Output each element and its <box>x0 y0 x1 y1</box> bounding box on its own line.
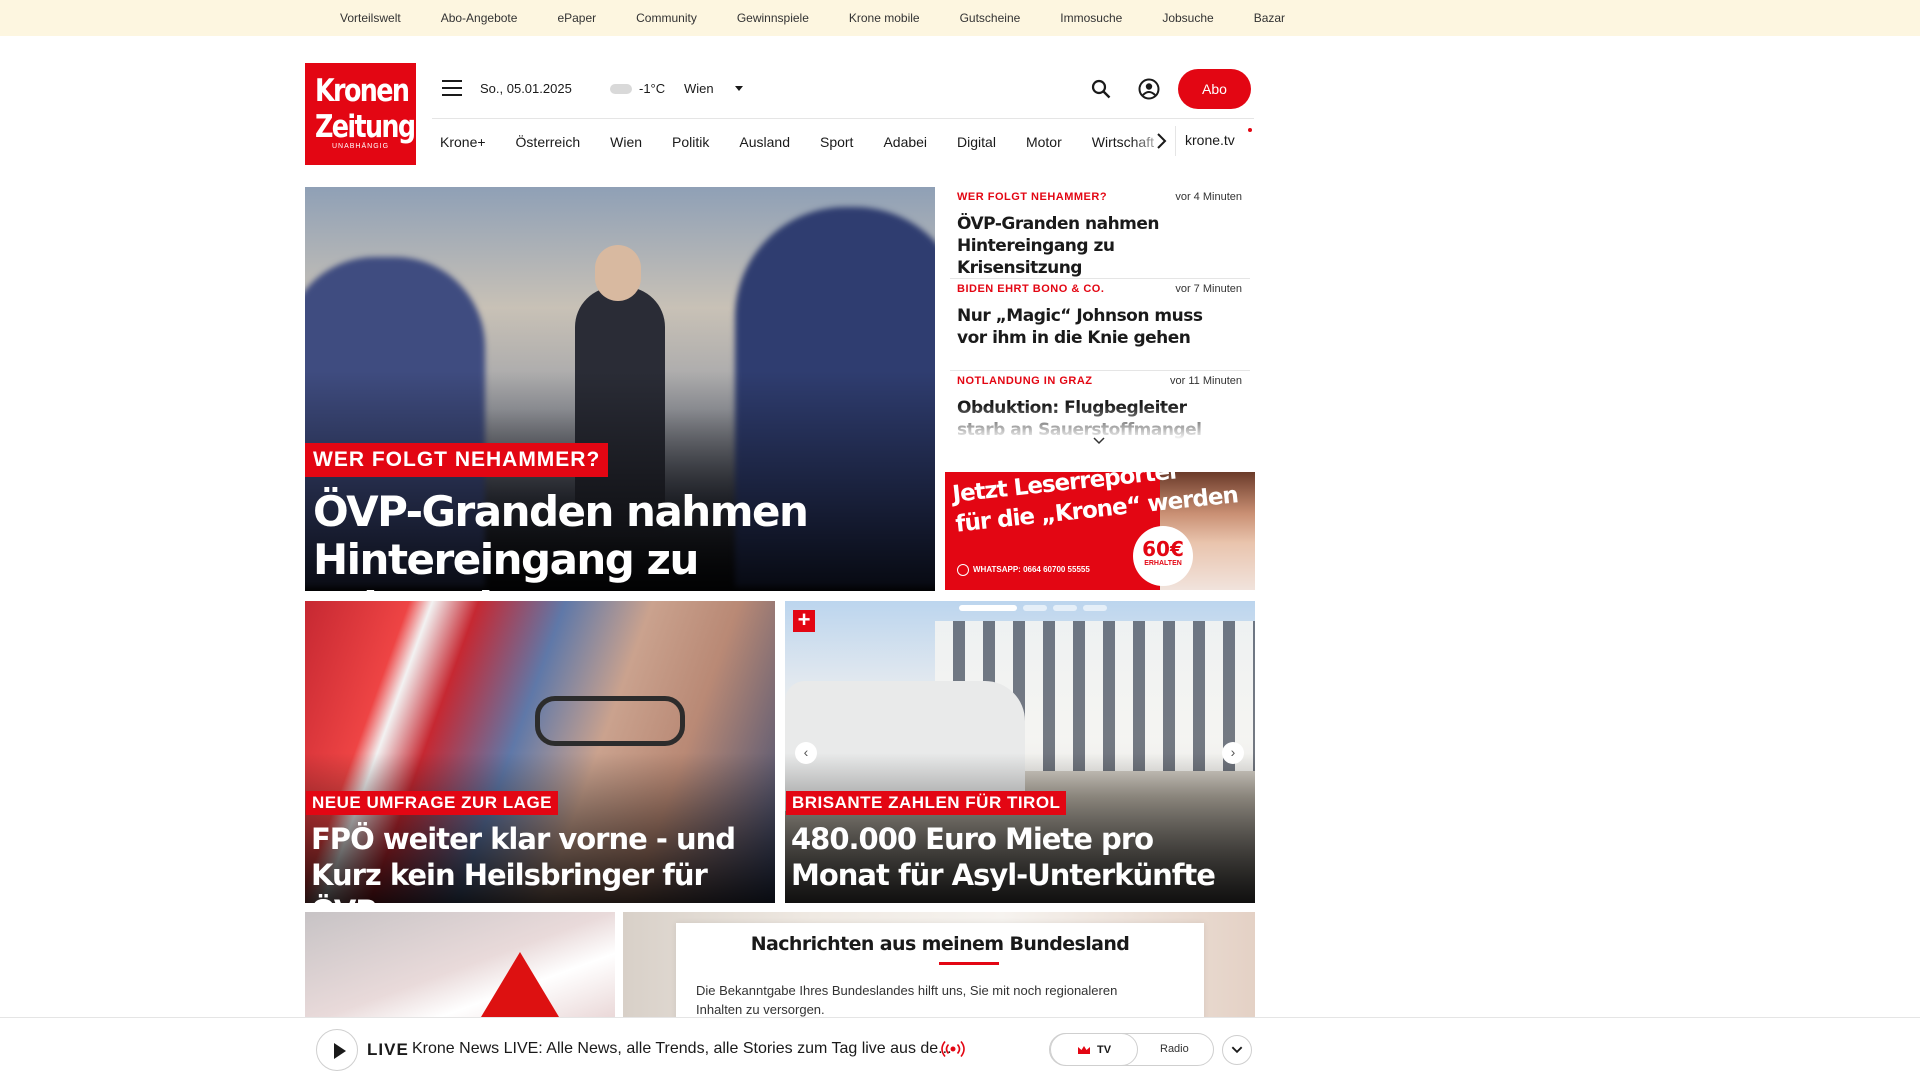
nav-item-oesterreich[interactable]: Österreich <box>516 134 581 150</box>
kronen-zeitung-logo[interactable]: Kronen Zeitung UNABHÄNGIG <box>305 63 416 165</box>
hamburger-menu-icon[interactable] <box>442 80 462 96</box>
article-card-slider[interactable]: + ‹ › BRISANTE ZAHLEN FÜR TIROL 480.000 … <box>785 601 1255 903</box>
slider-dot[interactable] <box>1083 605 1107 611</box>
search-icon[interactable] <box>1091 79 1111 99</box>
nav-item-digital[interactable]: Digital <box>957 134 996 150</box>
expand-player-button[interactable] <box>1222 1035 1252 1065</box>
ticker-time: vor 4 Minuten <box>1175 191 1242 203</box>
chevron-right-icon[interactable] <box>1154 131 1168 151</box>
live-label: LIVE <box>367 1040 409 1059</box>
logo-line-2: Zeitung <box>314 109 416 145</box>
ticker-kicker: WER FOLGT NEHAMMER? <box>957 191 1108 203</box>
cloud-icon <box>610 84 632 94</box>
utility-link-vorteilswelt[interactable]: Vorteilswelt <box>340 11 401 25</box>
ticker-time: vor 11 Minuten <box>1170 375 1242 387</box>
city-selector[interactable]: Wien <box>684 81 714 96</box>
heading-underline <box>939 962 999 965</box>
card-kicker: BRISANTE ZAHLEN FÜR TIROL <box>786 791 1067 815</box>
slider-dot-active[interactable] <box>959 605 1017 611</box>
ticker-item[interactable]: WER FOLGT NEHAMMER? vor 4 Minuten ÖVP-Gr… <box>950 187 1250 279</box>
nav-item-motor[interactable]: Motor <box>1026 134 1062 150</box>
card-image-element <box>535 696 685 746</box>
chevron-down-icon[interactable] <box>1092 436 1106 446</box>
radio-toggle[interactable]: Radio <box>1160 1043 1189 1055</box>
utility-link-bazar[interactable]: Bazar <box>1254 11 1285 25</box>
whatsapp-icon <box>957 564 969 576</box>
user-account-icon[interactable] <box>1138 78 1160 100</box>
tv-toggle-label: TV <box>1096 1043 1112 1056</box>
nav-item-krone-tv[interactable]: krone.tv <box>1185 132 1235 148</box>
nav-item-adabei[interactable]: Adabei <box>883 134 927 150</box>
ticker-title[interactable]: ÖVP-Granden nahmen Hintereingang zu Kris… <box>957 213 1237 279</box>
ad-whatsapp-text: WHATSAPP: 0664 60700 55555 <box>973 565 1090 575</box>
card-title[interactable]: 480.000 Euro Miete pro Monat für Asyl-Un… <box>791 821 1246 893</box>
bundesland-text: Die Bekanntgabe Ihres Bundeslandes hilft… <box>696 983 1118 1017</box>
live-indicator-dot <box>1248 128 1252 132</box>
ad-whatsapp: WHATSAPP: 0664 60700 55555 <box>957 564 1090 576</box>
warning-sign-image <box>475 952 565 1027</box>
chevron-down-icon <box>1231 1046 1243 1054</box>
temperature: -1°C <box>639 81 666 96</box>
utility-link-krone-mobile[interactable]: Krone mobile <box>849 11 920 25</box>
hero-title[interactable]: ÖVP-Granden nahmen Hintereingang zu Kris… <box>313 488 923 592</box>
utility-link-epaper[interactable]: ePaper <box>557 11 596 25</box>
broadcast-icon <box>941 1041 965 1057</box>
hero-kicker: WER FOLGT NEHAMMER? <box>305 443 609 477</box>
logo-line-1: Kronen <box>314 73 410 109</box>
ticker-kicker: NOTLANDUNG IN GRAZ <box>957 375 1093 387</box>
live-player-bar: LIVE Krone News LIVE: Alle News, alle Tr… <box>0 1017 1920 1080</box>
nav-divider <box>1175 126 1176 156</box>
nav-item-politik[interactable]: Politik <box>672 134 709 150</box>
krone-plus-badge: + <box>793 609 815 632</box>
hero-image-element <box>595 245 641 301</box>
chevron-left-icon[interactable]: ‹ <box>795 742 817 764</box>
leserreporter-ad[interactable]: Jetzt Leserreporter für die „Krone“ werd… <box>945 472 1255 590</box>
hero-article[interactable]: WER FOLGT NEHAMMER? ÖVP-Granden nahmen H… <box>305 187 935 591</box>
abo-button[interactable]: Abo <box>1178 69 1251 109</box>
slider-pagination <box>959 605 1113 611</box>
top-utility-bar: Vorteilswelt Abo-Angebote ePaper Communi… <box>0 0 1920 36</box>
utility-link-immosuche[interactable]: Immosuche <box>1060 11 1122 25</box>
ad-badge: 60€ ERHALTEN <box>1133 526 1193 586</box>
live-stream-title[interactable]: Krone News LIVE: Alle News, alle Trends,… <box>412 1040 952 1058</box>
article-card[interactable]: NEUE UMFRAGE ZUR LAGE FPÖ weiter klar vo… <box>305 601 775 903</box>
bundesland-heading: Nachrichten aus meinem Bundesland <box>750 933 1130 955</box>
ticker-title[interactable]: Nur „Magic“ Johnson muss vor ihm in die … <box>957 305 1237 349</box>
ticker-time: vor 7 Minuten <box>1175 283 1242 295</box>
tv-toggle[interactable]: TV <box>1050 1033 1138 1066</box>
utility-link-jobsuche[interactable]: Jobsuche <box>1162 11 1213 25</box>
ad-badge-label: ERHALTEN <box>1144 560 1182 567</box>
krone-crown-icon <box>1077 1045 1090 1054</box>
utility-link-community[interactable]: Community <box>636 11 697 25</box>
utility-links: Vorteilswelt Abo-Angebote ePaper Communi… <box>340 0 1325 36</box>
card-kicker: NEUE UMFRAGE ZUR LAGE <box>306 791 558 815</box>
ad-badge-amount: 60€ <box>1142 537 1184 561</box>
nav-item-ausland[interactable]: Ausland <box>739 134 790 150</box>
slider-dot[interactable] <box>1023 605 1047 611</box>
card-title[interactable]: FPÖ weiter klar vorne - und Kurz kein He… <box>311 821 766 903</box>
nav-item-krone-plus[interactable]: Krone+ <box>440 134 486 150</box>
chevron-down-icon[interactable] <box>735 86 743 91</box>
play-icon <box>334 1043 346 1059</box>
utility-link-gutscheine[interactable]: Gutscheine <box>960 11 1021 25</box>
main-navigation: Krone+ Österreich Wien Politik Ausland S… <box>432 122 1182 162</box>
nav-item-wien[interactable]: Wien <box>610 134 642 150</box>
tv-radio-switch[interactable]: TV Radio <box>1049 1033 1214 1066</box>
play-button[interactable] <box>316 1029 358 1071</box>
nav-item-sport[interactable]: Sport <box>820 134 853 150</box>
ticker-item[interactable]: BIDEN EHRT BONO & CO. vor 7 Minuten Nur … <box>950 279 1250 371</box>
chevron-right-icon[interactable]: › <box>1222 742 1244 764</box>
slider-dot[interactable] <box>1053 605 1077 611</box>
ticker-kicker: BIDEN EHRT BONO & CO. <box>957 283 1105 295</box>
header-divider <box>432 118 1254 119</box>
current-date: So., 05.01.2025 <box>480 81 572 96</box>
utility-link-gewinnspiele[interactable]: Gewinnspiele <box>737 11 809 25</box>
utility-link-abo-angebote[interactable]: Abo-Angebote <box>441 11 518 25</box>
